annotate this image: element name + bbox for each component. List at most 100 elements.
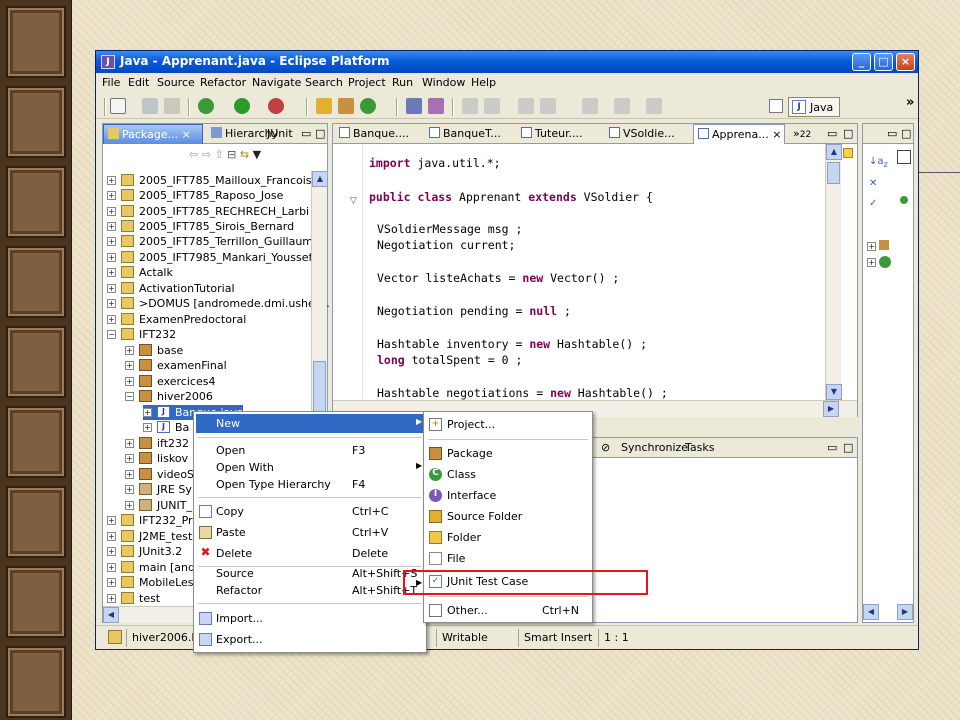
menu-search[interactable]: Search	[305, 76, 343, 89]
list-item[interactable]: − IFT232	[107, 327, 307, 342]
submenu-item-file[interactable]: File	[426, 549, 590, 568]
menu-item-refactor[interactable]: Refactor Alt+Shift+T	[196, 581, 424, 600]
list-item[interactable]: +2005_IFT785_Sirois_Bernard	[107, 219, 307, 234]
outline-expand-icon[interactable]: +	[867, 258, 876, 267]
submenu-item-other[interactable]: Other... Ctrl+N	[426, 601, 590, 620]
maximize-view-icon[interactable]: □	[897, 124, 915, 144]
menu-item-delete[interactable]: ✖ Delete Delete	[196, 544, 424, 563]
tab-vsoldier[interactable]: VSoldie...	[605, 124, 691, 144]
maximize-view-icon[interactable]: □	[311, 124, 329, 144]
scroll-left-icon[interactable]: ◀	[863, 604, 879, 620]
search-icon[interactable]	[428, 98, 444, 114]
submenu-item-class[interactable]: C Class	[426, 465, 590, 484]
scroll-up-icon[interactable]: ▲	[312, 171, 328, 187]
scroll-thumb[interactable]	[827, 162, 840, 184]
submenu-item-folder[interactable]: Folder	[426, 528, 590, 547]
code-editor[interactable]: import java.util.*; public class Apprena…	[363, 144, 840, 400]
list-item[interactable]: + examenFinal	[125, 358, 307, 373]
last-edit-icon[interactable]	[646, 98, 662, 114]
scroll-right-icon[interactable]: ▶	[823, 401, 839, 417]
tab-tasks[interactable]: Tasks	[681, 438, 718, 458]
list-item[interactable]: + videoS	[125, 467, 195, 482]
list-item[interactable]: + J2ME_tests	[107, 529, 198, 544]
external-tools-icon[interactable]	[268, 98, 284, 114]
scroll-left-icon[interactable]: ◀	[103, 607, 119, 623]
list-item[interactable]: + Actalk	[107, 265, 307, 280]
list-item[interactable]: + JUnit3.2	[107, 544, 195, 559]
menu-item-open-type-hierarchy[interactable]: Open Type Hierarchy F4	[196, 475, 424, 494]
open-perspective-icon[interactable]	[769, 99, 783, 113]
java-perspective-button[interactable]: J Java	[788, 97, 840, 117]
menu-item-export[interactable]: Export...	[196, 630, 424, 649]
list-item[interactable]: +2005_IFT785_RECHRECH_Larbi	[107, 204, 309, 219]
submenu-item-interface[interactable]: I Interface	[426, 486, 590, 505]
forward-arrow-icon[interactable]: ⇨	[202, 148, 211, 161]
tab-banquetest[interactable]: BanqueT...	[425, 124, 513, 144]
menu-item-paste[interactable]: Paste Ctrl+V	[196, 523, 424, 542]
new-java-project-icon[interactable]	[316, 98, 332, 114]
minimize-button[interactable]: _	[852, 53, 871, 71]
next-annotation-icon[interactable]	[518, 98, 534, 114]
fold-collapse-icon[interactable]: ▽	[350, 196, 357, 206]
list-item[interactable]: + ExamenPredoctoral	[107, 312, 307, 327]
list-item[interactable]: + JRE Sy	[125, 482, 195, 497]
list-item[interactable]: + main [and	[107, 560, 195, 575]
menu-item-import[interactable]: Import...	[196, 609, 424, 628]
menu-edit[interactable]: Edit	[128, 76, 149, 89]
scroll-down-icon[interactable]: ▼	[826, 384, 842, 400]
menu-project[interactable]: Project	[348, 76, 386, 89]
menu-refactor[interactable]: Refactor	[200, 76, 246, 89]
menu-item-copy[interactable]: Copy Ctrl+C	[196, 502, 424, 521]
menu-help[interactable]: Help	[471, 76, 496, 89]
list-item[interactable]: − hiver2006	[125, 389, 307, 404]
list-item[interactable]: + IFT232_Pro	[107, 513, 199, 528]
list-item[interactable]: + test	[107, 591, 195, 606]
scroll-up-icon[interactable]: ▲	[826, 144, 842, 160]
tab-junit[interactable]: JUnit	[263, 124, 297, 144]
tab-apprenant[interactable]: Apprena... ×	[693, 124, 785, 144]
list-item[interactable]: + exercices4	[125, 374, 307, 389]
maximize-view-icon[interactable]: □	[839, 438, 857, 458]
annotation-icon[interactable]	[462, 98, 478, 114]
list-item[interactable]: +2005_IFT785_Raposo_Jose	[107, 188, 307, 203]
list-item[interactable]: + ActivationTutorial	[107, 281, 307, 296]
new-icon[interactable]	[110, 98, 126, 114]
debug-icon[interactable]	[198, 98, 214, 114]
back-icon[interactable]	[582, 98, 598, 114]
previous-annotation-icon[interactable]	[540, 98, 556, 114]
forward-icon[interactable]	[614, 98, 630, 114]
list-item[interactable]: + liskov	[125, 451, 195, 466]
back-arrow-icon[interactable]: ⇦	[189, 148, 198, 161]
print-icon[interactable]	[164, 98, 180, 114]
run-icon[interactable]	[234, 98, 250, 114]
view-menu-icon[interactable]: ▼	[253, 148, 261, 161]
new-package-icon[interactable]	[338, 98, 354, 114]
outline-expand-icon[interactable]: +	[867, 242, 876, 251]
submenu-item-source-folder[interactable]: Source Folder	[426, 507, 590, 526]
tab-package-explorer[interactable]: Package... ×	[103, 124, 203, 144]
scroll-right-icon[interactable]: ▶	[897, 604, 913, 620]
menu-window[interactable]: Window	[422, 76, 465, 89]
up-icon[interactable]: ⇧	[214, 148, 223, 161]
list-item[interactable]: +2005_IFT7985_Mankari_Youssef	[107, 250, 312, 265]
more-editors-tab[interactable]: »22	[789, 124, 815, 144]
hide-fields-icon[interactable]: ✕	[869, 174, 888, 194]
list-item[interactable]: + >DOMUS [andromede.dmi.usherb.	[107, 296, 330, 311]
link-with-editor-icon[interactable]: ⇆	[240, 148, 249, 161]
open-type-icon[interactable]	[406, 98, 422, 114]
maximize-view-icon[interactable]: □	[839, 124, 857, 144]
tab-tuteur[interactable]: Tuteur....	[517, 124, 603, 144]
menu-file[interactable]: File	[102, 76, 120, 89]
save-icon[interactable]	[142, 98, 158, 114]
tab-banque[interactable]: Banque....	[335, 124, 423, 144]
list-item[interactable]: + ift232	[125, 436, 195, 451]
maximize-button[interactable]: □	[874, 53, 893, 71]
menu-navigate[interactable]: Navigate	[252, 76, 301, 89]
list-item[interactable]: + base	[125, 343, 307, 358]
new-class-icon[interactable]	[360, 98, 376, 114]
submenu-item-project[interactable]: + Project...	[426, 415, 590, 434]
menu-run[interactable]: Run	[392, 76, 413, 89]
list-item[interactable]: +2005_IFT785_Terrillon_Guillaume	[107, 234, 320, 249]
list-item[interactable]: +2005_IFT785_Mailloux_Francois	[107, 173, 312, 188]
hide-non-public-icon[interactable]: ✓	[869, 194, 888, 214]
